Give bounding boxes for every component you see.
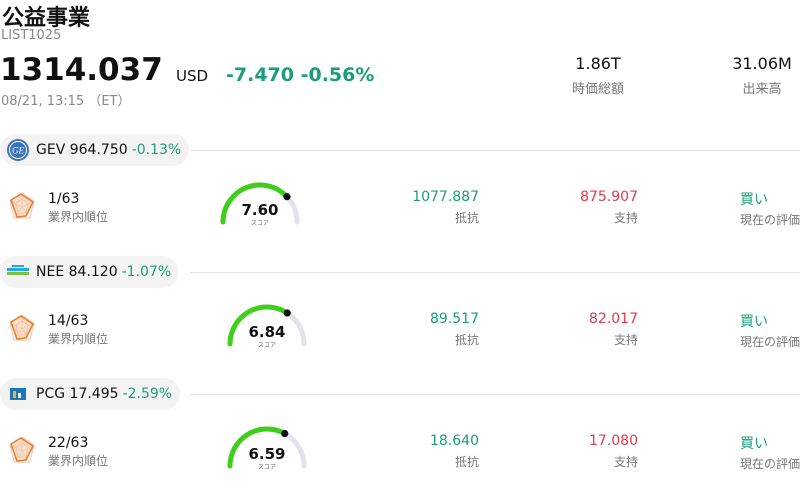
rating-label: 現在の評価 xyxy=(740,335,800,349)
gauge-marker xyxy=(281,429,289,438)
market-cap-label: 時価総額 xyxy=(571,82,624,97)
pge-logo-icon xyxy=(6,382,30,406)
stock-symbol: NEE xyxy=(36,264,65,280)
support-value: 875.907 xyxy=(580,189,638,205)
stock-chip[interactable]: NEE 84.120 -1.07% xyxy=(0,256,180,288)
index-price: 1314.037 xyxy=(0,52,163,88)
stock-price: 17.495 xyxy=(69,386,119,402)
row-divider xyxy=(190,150,800,151)
resistance-label: 抵抗 xyxy=(454,455,479,469)
stock-symbol-price: NEE 84.120 xyxy=(36,264,118,280)
gauge-marker xyxy=(283,309,291,317)
market-cap-value: 1.86T xyxy=(575,54,621,73)
industry-rank: 22/63 xyxy=(48,435,89,451)
score-value: 6.59 xyxy=(248,445,286,463)
stock-price: 84.120 xyxy=(68,264,118,280)
stock-change-percent: -2.59% xyxy=(122,386,173,402)
stock-symbol: GEV xyxy=(36,142,66,158)
stock-chip[interactable]: GE GEV 964.750 -0.13% xyxy=(0,134,190,166)
row-divider xyxy=(190,394,800,395)
industry-rank-label: 業界内順位 xyxy=(48,454,109,468)
stock-change-percent: -0.13% xyxy=(131,142,182,158)
stock-change-percent: -1.07% xyxy=(121,264,172,280)
support-label: 支持 xyxy=(613,455,638,469)
change-percent: -0.56% xyxy=(300,64,375,86)
price-change: -7.470 -0.56% xyxy=(226,64,374,86)
industry-rank: 1/63 xyxy=(48,191,80,207)
change-value: -7.470 xyxy=(226,64,294,86)
nextera-logo-icon xyxy=(6,260,30,284)
stock-chip[interactable]: PCG 17.495 -2.59% xyxy=(0,378,181,410)
rating-value[interactable]: 買い xyxy=(740,189,768,209)
rating-value[interactable]: 買い xyxy=(740,433,768,453)
radar-chart-icon xyxy=(9,314,35,341)
radar-chart-icon xyxy=(9,436,35,463)
support-value: 82.017 xyxy=(589,311,638,327)
resistance-label: 抵抗 xyxy=(454,333,479,347)
currency-label: USD xyxy=(176,67,209,85)
score-value: 7.60 xyxy=(241,201,279,219)
row-divider xyxy=(190,272,800,273)
resistance-value: 89.517 xyxy=(430,311,479,327)
rating-label: 現在の評価 xyxy=(740,213,800,227)
support-label: 支持 xyxy=(613,211,638,225)
stock-price: 964.750 xyxy=(69,142,128,158)
rating-value[interactable]: 買い xyxy=(740,311,768,331)
industry-rank-label: 業界内順位 xyxy=(48,210,109,224)
support-label: 支持 xyxy=(613,333,638,347)
support-value: 17.080 xyxy=(589,433,638,449)
radar-chart-icon xyxy=(9,192,35,219)
ge-logo-icon: GE xyxy=(6,138,30,162)
score-label: スコア xyxy=(257,342,276,349)
gauge-marker xyxy=(283,193,291,201)
score-value: 6.84 xyxy=(248,323,286,341)
volume-label: 出来高 xyxy=(742,82,782,97)
stock-symbol-price: PCG 17.495 xyxy=(36,386,119,402)
timestamp: 08/21, 13:15 （ET） xyxy=(1,94,131,109)
stock-symbol-price: GEV 964.750 xyxy=(36,142,128,158)
resistance-label: 抵抗 xyxy=(454,211,479,225)
industry-rank: 14/63 xyxy=(48,313,89,329)
resistance-value: 1077.887 xyxy=(412,189,479,205)
score-label: スコア xyxy=(250,220,269,227)
rating-label: 現在の評価 xyxy=(740,457,800,471)
svg-text:GE: GE xyxy=(12,146,24,156)
resistance-value: 18.640 xyxy=(430,433,479,449)
volume-value: 31.06M xyxy=(732,54,792,73)
industry-rank-label: 業界内順位 xyxy=(48,332,109,346)
list-code: LIST1025 xyxy=(1,28,62,43)
stock-symbol: PCG xyxy=(36,386,66,402)
score-label: スコア xyxy=(257,464,276,471)
